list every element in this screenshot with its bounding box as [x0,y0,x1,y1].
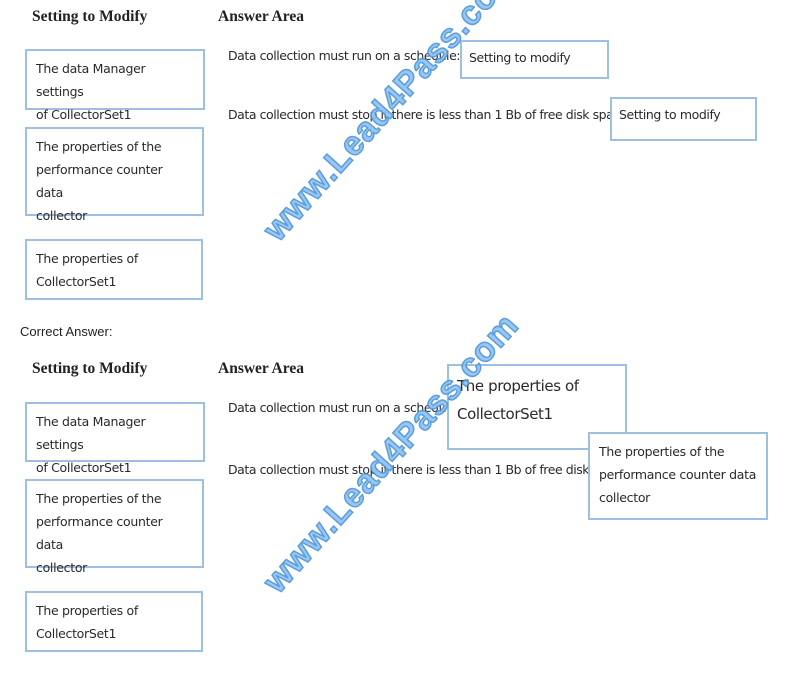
answer-area-heading: Answer Area [218,360,304,377]
statement-schedule: Data collection must run on a schedule: [228,400,461,415]
statement-schedule: Data collection must run on a schedule: [228,48,461,63]
answer-panel: Setting to Modify Answer Area The data M… [0,305,809,695]
watermark: www.Lead4Pass.com [255,305,527,601]
answer-slot-line: The properties of the [599,444,725,459]
source-item-collectorset-properties[interactable]: The properties of CollectorSet1 [25,239,203,300]
source-item-line: The properties of the [36,139,162,154]
answer-slot-line: performance counter data [599,467,757,482]
source-item-line: The properties of [36,603,138,618]
source-item-line: collector [36,560,88,575]
watermark: www.Lead4Pass.com [255,0,527,249]
source-item-perf-counter[interactable]: The properties of the performance counte… [25,479,204,575]
statement-disk-space: Data collection must stop it there is le… [228,462,620,477]
source-item-line: The properties of [36,251,138,266]
setting-to-modify-heading: Setting to Modify [32,8,148,25]
drop-target-disk-space[interactable]: Setting to modify [610,97,757,141]
answer-slot-line: CollectorSet1 [457,405,553,423]
source-item-line: The properties of the [36,491,162,506]
correct-answer-label: Correct Answer: [20,324,113,339]
source-item-data-manager[interactable]: The data Manager settings of CollectorSe… [25,49,205,122]
source-item-line: of CollectorSet1 [36,107,132,122]
answer-slot-line: The properties of [457,377,579,395]
source-item-line: The data Manager settings [36,61,146,99]
answer-area-heading: Answer Area [218,8,304,25]
source-item-collectorset-properties[interactable]: The properties of CollectorSet1 [25,591,203,652]
drop-target-schedule[interactable]: Setting to modify [460,40,609,79]
answer-slot-disk-space[interactable]: The properties of the performance counte… [588,432,768,520]
answer-slot-line: collector [599,490,651,505]
source-item-line: of CollectorSet1 [36,460,132,475]
source-item-line: performance counter data [36,514,163,552]
source-item-data-manager[interactable]: The data Manager settings of CollectorSe… [25,402,205,475]
source-item-line: CollectorSet1 [36,274,117,289]
setting-to-modify-heading: Setting to Modify [32,360,148,377]
question-panel: Setting to Modify Answer Area The data M… [0,0,809,310]
source-item-line: collector [36,208,88,223]
source-item-line: performance counter data [36,162,163,200]
source-item-line: CollectorSet1 [36,626,117,641]
statement-disk-space: Data collection must stop it there is le… [228,107,631,122]
source-item-perf-counter[interactable]: The properties of the performance counte… [25,127,204,223]
source-item-line: The data Manager settings [36,414,146,452]
